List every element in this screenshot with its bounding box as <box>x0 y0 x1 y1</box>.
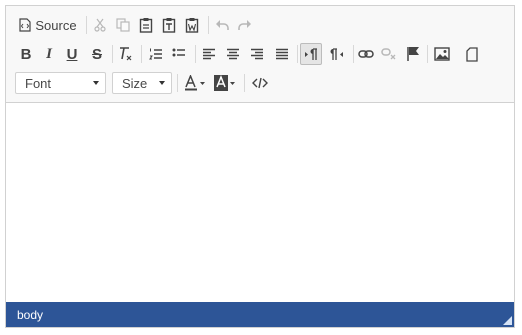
cut-button[interactable] <box>90 14 110 36</box>
chevron-down-icon <box>93 81 99 85</box>
resize-handle-icon[interactable] <box>503 316 512 325</box>
toolbar-separator <box>208 16 209 34</box>
justify-icon <box>275 48 289 60</box>
rich-text-editor: Source B I U S Font Size body <box>5 5 515 328</box>
numbered-list-icon <box>149 47 163 61</box>
background-color-button[interactable] <box>212 72 238 94</box>
italic-icon: I <box>46 45 52 62</box>
align-right-icon <box>250 48 264 60</box>
toolbar-separator <box>297 45 298 63</box>
size-select[interactable]: Size <box>112 72 172 94</box>
redo-icon <box>238 19 252 31</box>
toolbar-separator <box>112 45 113 63</box>
font-select[interactable]: Font <box>15 72 106 94</box>
paste-from-word-button[interactable] <box>182 14 202 36</box>
italic-button[interactable]: I <box>39 43 59 65</box>
text-color-icon <box>184 75 206 91</box>
bold-icon: B <box>20 45 32 63</box>
align-center-icon <box>226 48 240 60</box>
ltr-icon <box>304 47 318 61</box>
paste-text-button[interactable] <box>159 14 179 36</box>
toolbar-separator <box>86 16 87 34</box>
toolbar-separator <box>244 74 245 92</box>
toolbar-separator <box>195 45 196 63</box>
source-icon <box>19 18 31 32</box>
code-icon <box>252 77 268 89</box>
rtl-icon <box>330 47 344 61</box>
anchor-button[interactable] <box>403 43 423 65</box>
toolbar-separator <box>177 74 178 92</box>
cut-icon <box>93 18 107 32</box>
undo-icon <box>215 19 229 31</box>
align-left-icon <box>202 48 216 60</box>
editor-status-bar: body <box>6 302 514 327</box>
underline-button[interactable]: U <box>62 43 82 65</box>
unlink-button[interactable] <box>379 43 399 65</box>
link-icon <box>358 49 374 59</box>
bold-button[interactable]: B <box>16 43 36 65</box>
align-left-button[interactable] <box>199 43 219 65</box>
background-color-icon <box>214 75 236 91</box>
toolbar-separator <box>427 45 428 63</box>
copy-button[interactable] <box>113 14 133 36</box>
align-center-button[interactable] <box>223 43 243 65</box>
strikethrough-button[interactable]: S <box>87 43 107 65</box>
remove-format-button[interactable] <box>116 43 136 65</box>
bulleted-list-button[interactable] <box>169 43 189 65</box>
undo-button[interactable] <box>212 14 232 36</box>
toolbar-separator <box>353 45 354 63</box>
underline-icon: U <box>66 45 78 63</box>
editor-content-area[interactable] <box>6 103 514 303</box>
image-icon <box>434 47 450 61</box>
numbered-list-button[interactable] <box>146 43 166 65</box>
text-direction-rtl-button[interactable] <box>326 43 348 65</box>
paste-text-icon <box>162 17 176 33</box>
copy-icon <box>116 18 130 32</box>
size-select-value: Size <box>122 75 148 91</box>
font-select-value: Font <box>25 75 52 91</box>
strikethrough-icon: S <box>91 45 102 63</box>
text-color-button[interactable] <box>182 72 208 94</box>
source-label: Source <box>35 17 77 33</box>
text-direction-ltr-button[interactable] <box>300 43 322 65</box>
chevron-down-icon <box>159 81 165 85</box>
element-path[interactable]: body <box>17 308 43 322</box>
paste-word-icon <box>185 17 199 33</box>
source-button[interactable]: Source <box>16 14 80 36</box>
page-break-button[interactable] <box>462 43 482 65</box>
remove-format-icon <box>118 46 134 62</box>
code-snippet-button[interactable] <box>249 72 271 94</box>
image-button[interactable] <box>432 43 452 65</box>
unlink-icon <box>381 48 397 60</box>
page-icon <box>466 46 478 62</box>
redo-button[interactable] <box>235 14 255 36</box>
anchor-icon <box>406 46 420 62</box>
toolbar-separator <box>141 45 142 63</box>
bulleted-list-icon <box>172 47 186 61</box>
editor-toolbar: Source B I U S Font Size <box>6 6 514 103</box>
paste-icon <box>139 17 153 33</box>
paste-button[interactable] <box>136 14 156 36</box>
link-button[interactable] <box>356 43 376 65</box>
justify-button[interactable] <box>272 43 292 65</box>
align-right-button[interactable] <box>247 43 267 65</box>
